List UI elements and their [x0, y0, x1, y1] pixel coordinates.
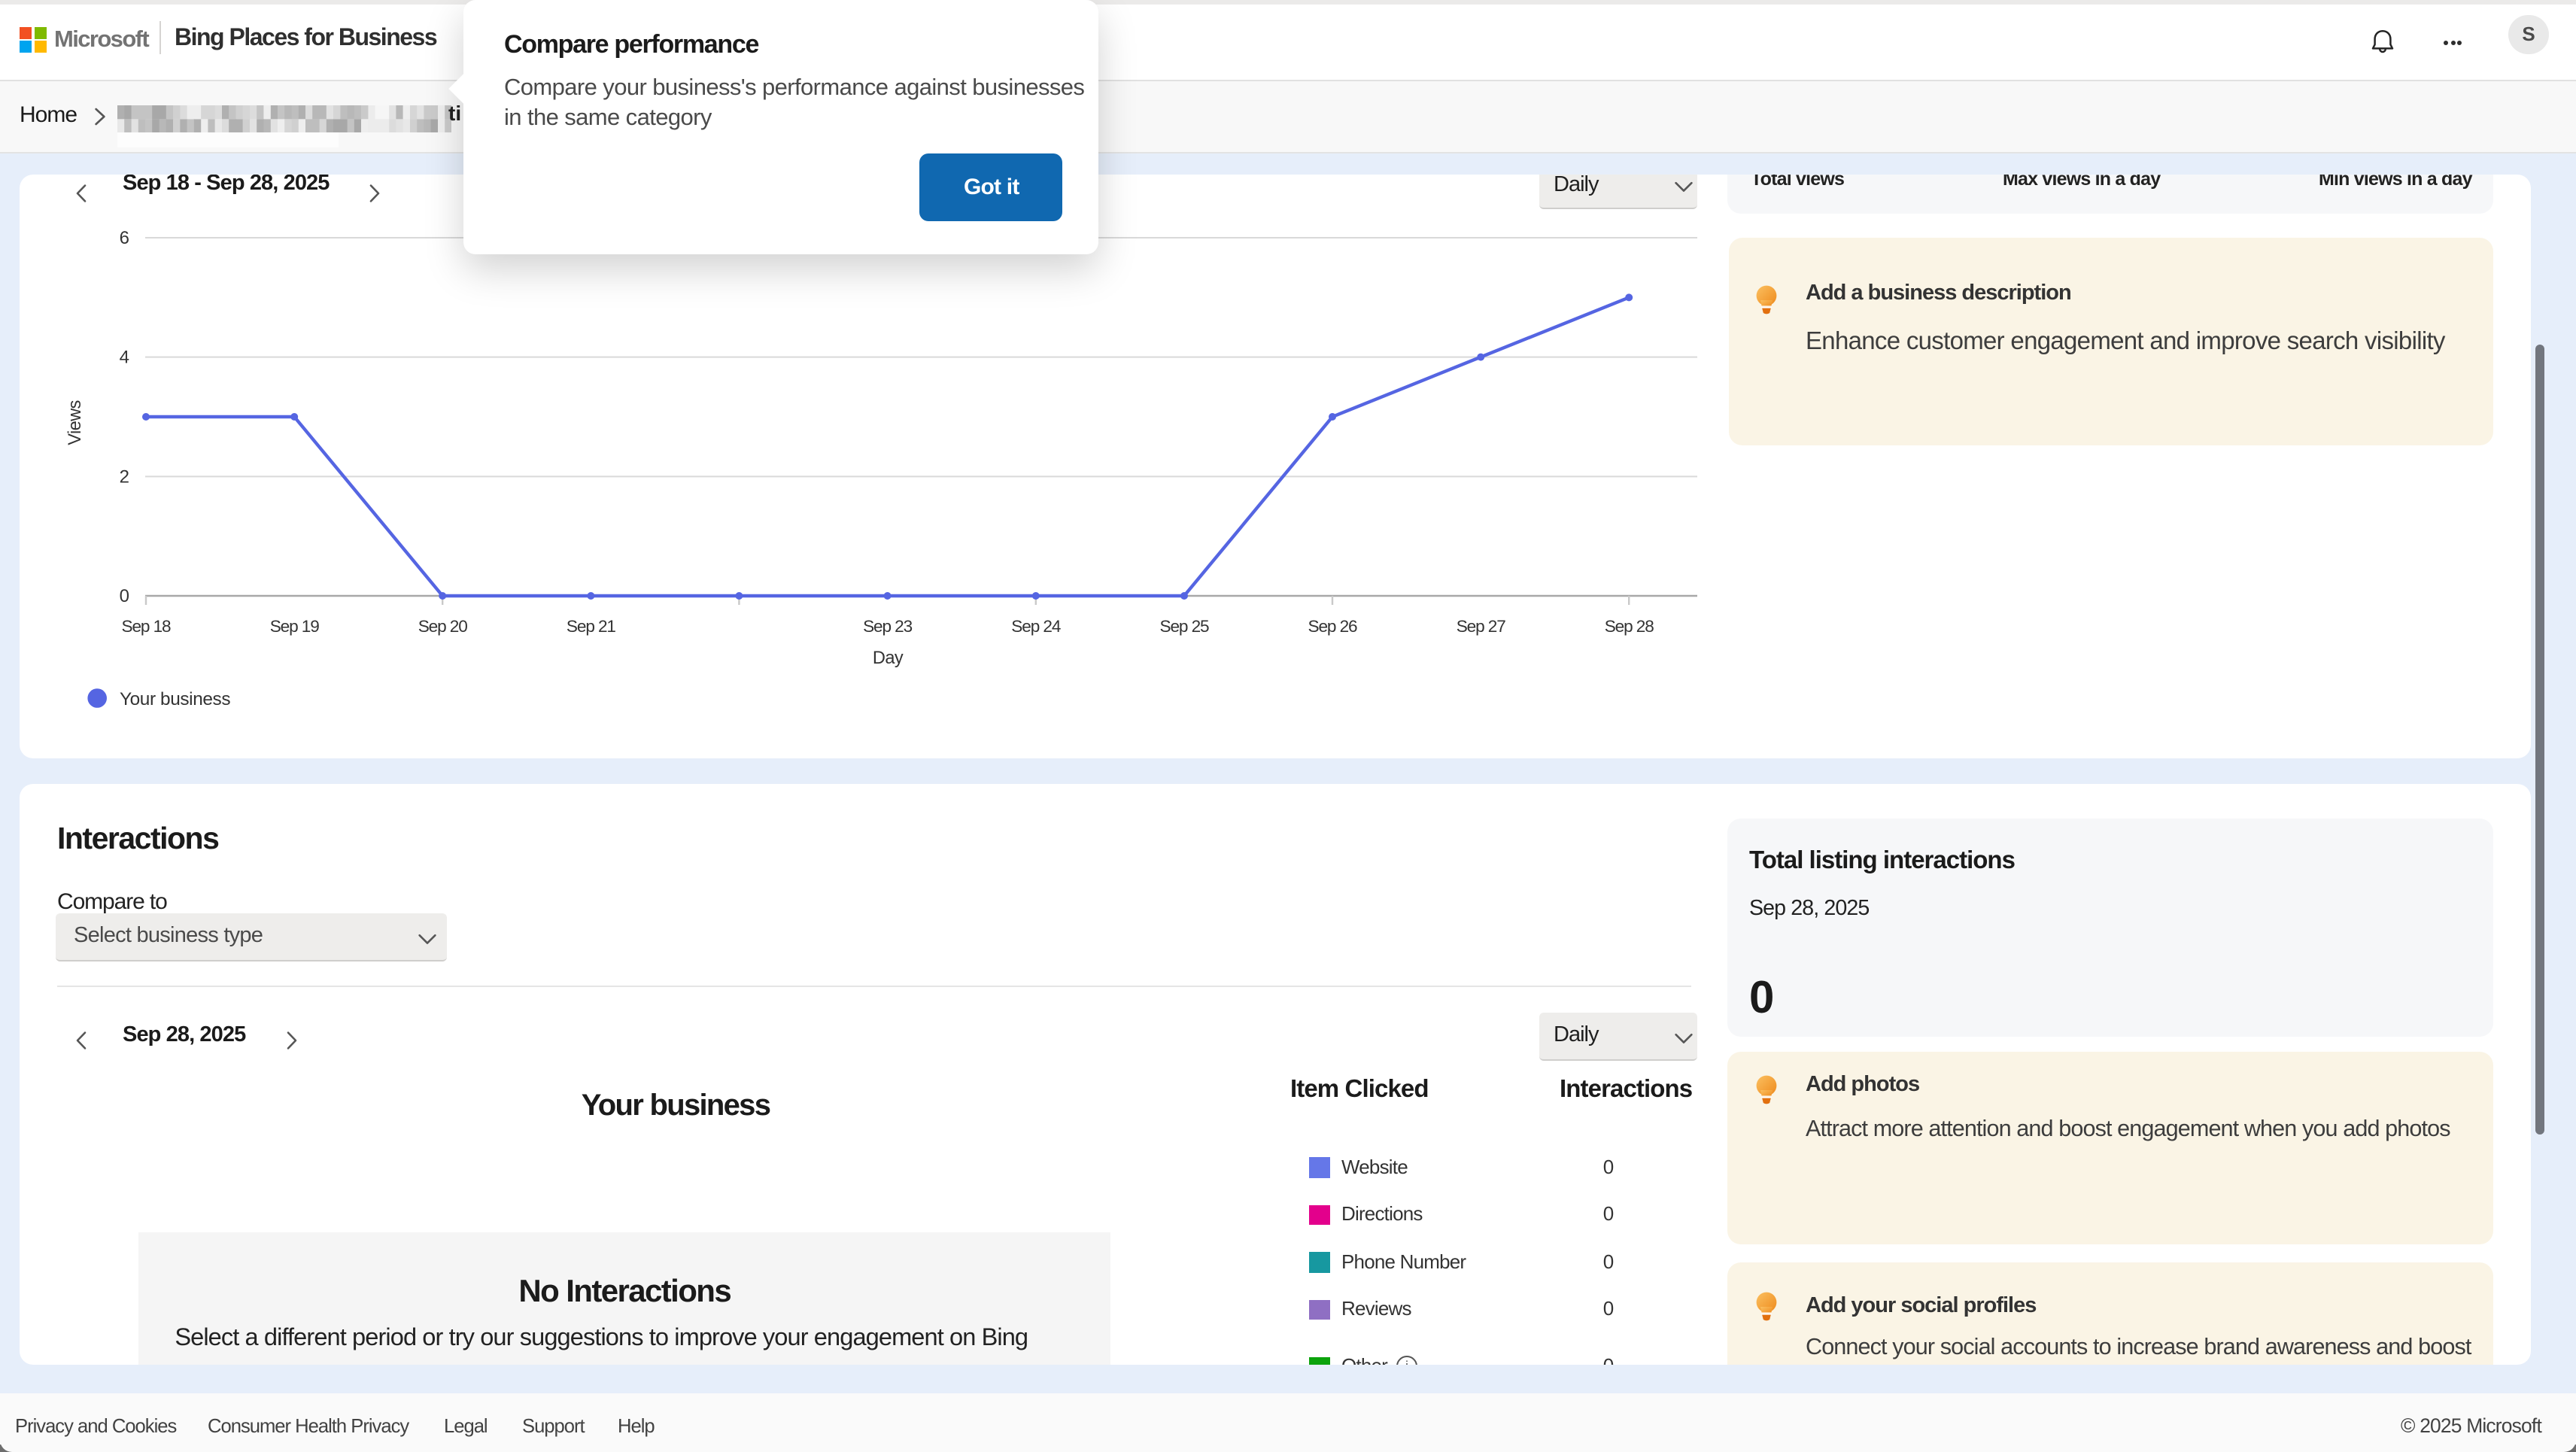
svg-text:Views: Views [65, 400, 85, 445]
svg-text:Sep 27: Sep 27 [1457, 617, 1506, 636]
svg-text:Sep 21: Sep 21 [567, 617, 616, 636]
svg-text:0: 0 [120, 586, 129, 606]
svg-text:Your business: Your business [120, 689, 230, 709]
svg-text:Sep 26: Sep 26 [1308, 617, 1357, 636]
svg-text:4: 4 [120, 348, 129, 368]
svg-text:Sep 19: Sep 19 [270, 617, 320, 636]
svg-text:Sep 24: Sep 24 [1011, 617, 1061, 636]
svg-text:6: 6 [120, 228, 129, 248]
svg-text:2: 2 [120, 466, 129, 487]
svg-text:Sep 25: Sep 25 [1159, 617, 1209, 636]
svg-text:Sep 20: Sep 20 [418, 617, 468, 636]
svg-text:Day: Day [873, 649, 904, 668]
svg-text:Sep 23: Sep 23 [863, 617, 913, 636]
svg-text:Sep 18: Sep 18 [121, 617, 171, 636]
svg-text:Sep 28: Sep 28 [1605, 617, 1654, 636]
